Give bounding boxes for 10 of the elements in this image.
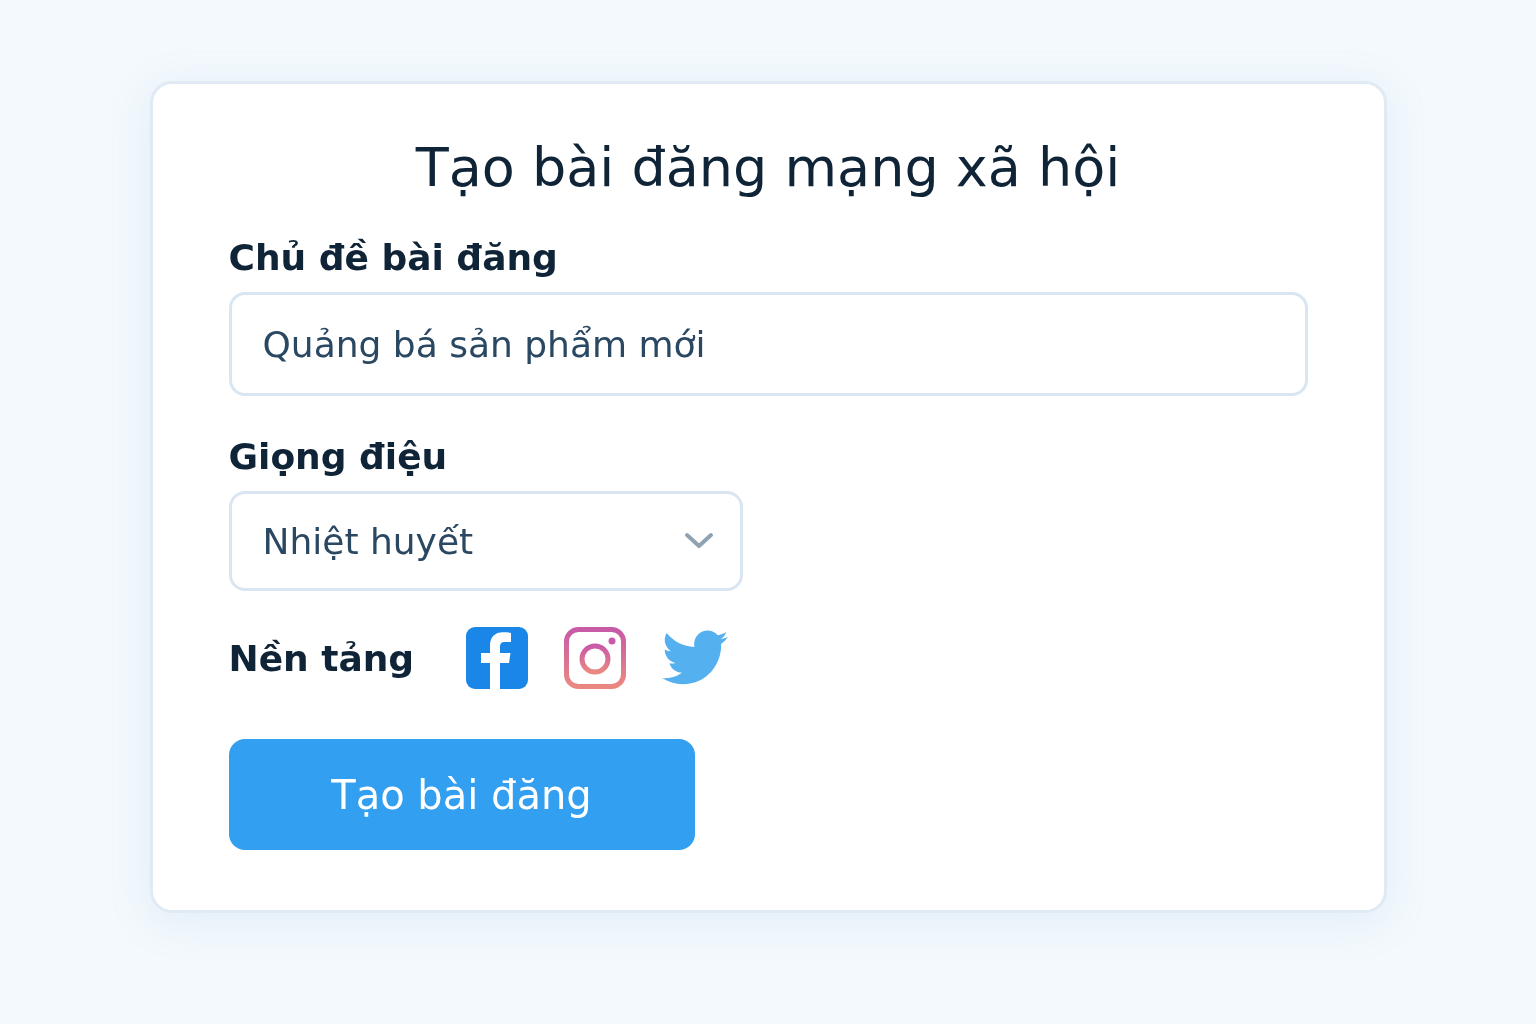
facebook-icon[interactable] xyxy=(466,627,529,689)
bird-icon[interactable] xyxy=(662,630,729,686)
instagram-icon[interactable] xyxy=(564,627,627,689)
chevron-down-icon xyxy=(683,532,714,550)
form-title: Tạo bài đăng mạng xã hội xyxy=(415,136,1121,199)
tone-dropdown[interactable]: Nhiệt huyết xyxy=(228,491,743,591)
topic-input-field[interactable]: Quảng bá sản phẩm mới xyxy=(228,292,1308,396)
field-label: Chủ đề bài đăng xyxy=(228,237,558,278)
field-label: Giọng điệu xyxy=(228,436,448,477)
field-label: Nền tảng xyxy=(228,637,415,679)
